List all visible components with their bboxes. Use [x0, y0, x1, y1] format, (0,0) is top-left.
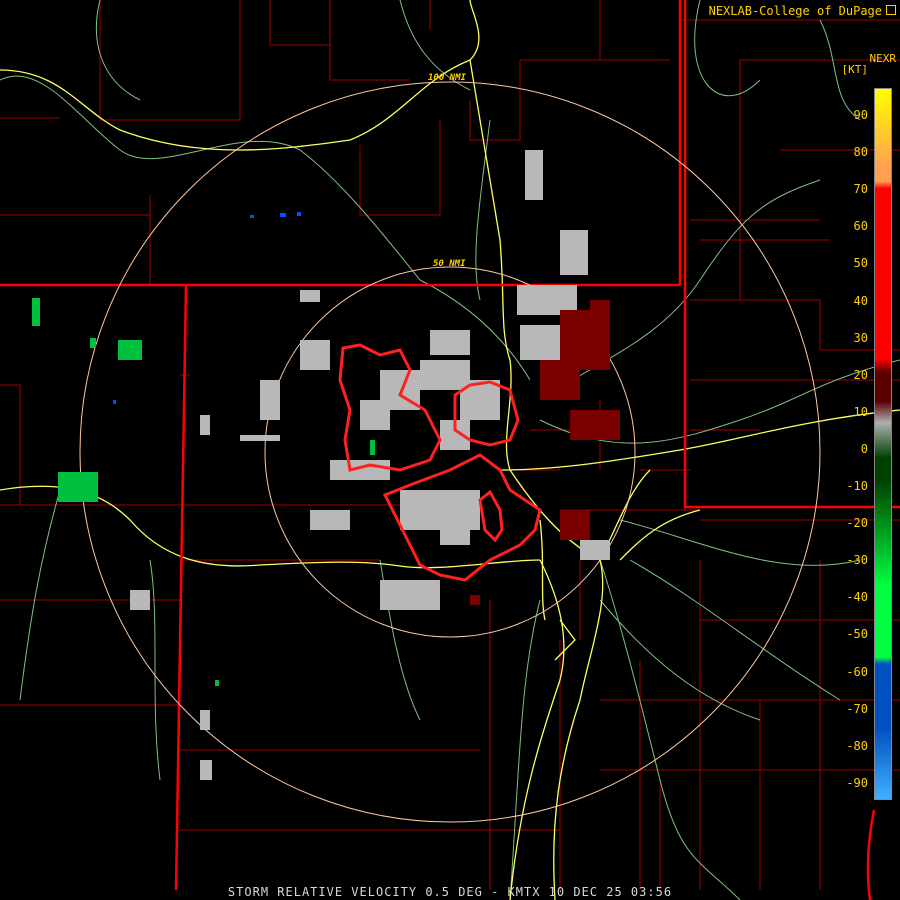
scale-tick-label: -50 [846, 627, 868, 642]
credit-label[interactable]: NEXLAB-College of DuPage [709, 4, 882, 18]
radar-display: NEXLAB-College of DuPage NEXR [KT] 100 N… [0, 0, 900, 900]
scale-tick-label: -20 [846, 516, 868, 531]
external-link-icon[interactable] [886, 5, 896, 15]
product-footer: STORM RELATIVE VELOCITY 0.5 DEG - KMTX 1… [227, 885, 673, 899]
range-ring-label-100: 100 NMI [428, 73, 466, 83]
scale-tick-label: 20 [853, 367, 868, 382]
range-rings [79, 81, 821, 823]
scale-tick-label: 90 [853, 108, 868, 122]
scale-tick-label: 10 [853, 404, 868, 419]
radar-map [0, 0, 900, 900]
scale-tick-label: -40 [846, 590, 868, 605]
scale-tick-label: -80 [846, 738, 868, 753]
scale-tick-label: 80 [853, 145, 868, 160]
scale-tick-label: -60 [846, 664, 868, 679]
scale-tick-label: -30 [846, 553, 868, 568]
scale-tick-label: -90 [846, 775, 868, 790]
radar-echoes [32, 150, 620, 780]
scale-tick-label: 0 [860, 441, 868, 456]
scale-tick-label: 50 [853, 256, 868, 271]
range-ring-label-50: 50 NMI [433, 259, 466, 269]
scale-tick-label: 70 [853, 182, 868, 197]
velocity-color-scale [874, 88, 892, 800]
scale-tick-label: 30 [853, 330, 868, 345]
unit-label: [KT] [841, 63, 869, 76]
product-code: NEXR [869, 52, 897, 65]
scale-tick-label: -10 [846, 479, 868, 493]
scale-tick-label: 40 [853, 293, 868, 308]
scale-tick-label: 60 [853, 219, 868, 234]
scale-tick-label: -70 [846, 701, 868, 716]
